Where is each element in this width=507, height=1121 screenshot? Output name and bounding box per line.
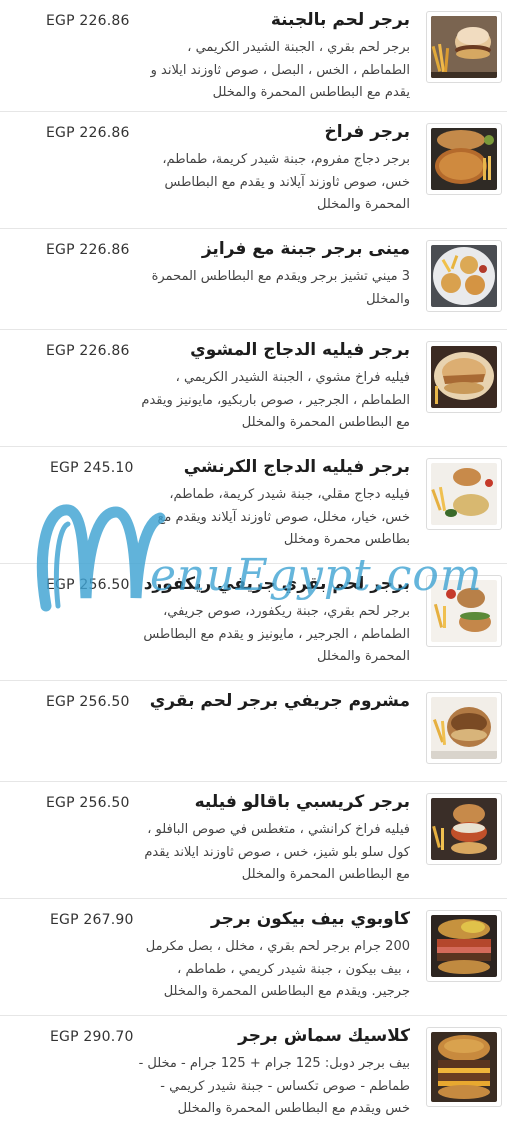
item-price: EGP 267.90: [50, 912, 134, 928]
chicken-burger-photo: [431, 128, 497, 190]
item-title: برجر فيليه الدجاج الكرنشي: [183, 457, 410, 477]
item-photo[interactable]: [426, 240, 502, 312]
item-description: 200 جرام برجر لحم بقري ، مخلل ، بصل مكرم…: [145, 939, 410, 999]
item-photo[interactable]: [426, 793, 502, 865]
item-photo[interactable]: [426, 575, 502, 647]
item-price: EGP 256.50: [46, 694, 130, 710]
menu-item[interactable]: مينى برجر جبنة مع فرايز 3 ميني تشيز برجر…: [0, 229, 507, 330]
menu-item[interactable]: كلاسيك سماش برجر بيف برجر دوبل: 125 جرام…: [0, 1016, 507, 1120]
item-description: 3 ميني تشيز برجر ويقدم مع البطاطس المحمر…: [151, 269, 410, 307]
item-price: EGP 226.86: [46, 343, 130, 359]
classic-smash-burger-photo: [431, 1032, 497, 1102]
item-price: EGP 226.86: [46, 125, 130, 141]
menu-item[interactable]: برجر لحم بقري جريفي ريكفورد برجر لحم بقر…: [0, 564, 507, 681]
menu-item[interactable]: برجر فيليه الدجاج الكرنشي فيليه دجاج مقل…: [0, 447, 507, 564]
item-description: فيليه فراخ كرانشي ، متغطس في صوص البافلو…: [144, 822, 410, 882]
cowboy-bacon-burger-photo: [431, 915, 497, 977]
item-price: EGP 290.70: [50, 1029, 134, 1045]
grilled-chicken-burger-photo: [431, 346, 497, 408]
mini-burgers-photo: [431, 245, 497, 307]
item-title: كلاسيك سماش برجر: [238, 1026, 410, 1046]
item-title: مشروم جريفي برجر لحم بقري: [149, 691, 410, 711]
item-photo[interactable]: [426, 910, 502, 982]
item-price: EGP 226.86: [46, 13, 130, 29]
crispy-buffalo-burger-photo: [431, 798, 497, 860]
item-title: برجر فراخ: [324, 122, 411, 142]
menu-item[interactable]: برجر فراخ برجر دجاج مفروم، جبنة شيدر كري…: [0, 112, 507, 229]
item-description: بيف برجر دوبل: 125 جرام + 125 جرام - مخل…: [138, 1056, 410, 1116]
item-description: فيليه فراخ مشوي ، الجبنة الشيدر الكريمي …: [141, 370, 410, 430]
item-title: برجر كريسبي باقالو فيليه: [194, 792, 410, 812]
item-photo[interactable]: [426, 458, 502, 530]
item-title: برجر لحم بقري جريفي ريكفورد: [143, 574, 410, 594]
menu-item[interactable]: مشروم جريفي برجر لحم بقري EGP 256.50: [0, 681, 507, 782]
item-price: EGP 256.50: [46, 795, 130, 811]
item-title: برجر فيليه الدجاج المشوي: [190, 340, 410, 360]
menu-item[interactable]: برجر لحم بالجبنة برجر لحم بقري ، الجبنة …: [0, 0, 507, 112]
item-photo[interactable]: [426, 123, 502, 195]
item-title: كاوبوي بيف بيكون برجر: [211, 909, 410, 929]
item-price: EGP 256.50: [46, 577, 130, 593]
item-title: برجر لحم بالجبنة: [270, 10, 410, 30]
menu-list: برجر لحم بالجبنة برجر لحم بقري ، الجبنة …: [0, 0, 507, 1120]
item-title: مينى برجر جبنة مع فرايز: [201, 239, 410, 259]
item-description: فيليه دجاج مقلي، جبنة شيدر كريمة، طماطم،…: [157, 487, 410, 547]
mushroom-gravy-burger-photo: [431, 697, 497, 759]
menu-item[interactable]: برجر فيليه الدجاج المشوي فيليه فراخ مشوي…: [0, 330, 507, 447]
menu-item[interactable]: كاوبوي بيف بيكون برجر 200 جرام برجر لحم …: [0, 899, 507, 1016]
item-photo[interactable]: [426, 341, 502, 413]
gravy-roquefort-burger-photo: [431, 580, 497, 642]
item-price: EGP 245.10: [50, 460, 134, 476]
item-price: EGP 226.86: [46, 242, 130, 258]
item-photo[interactable]: [426, 11, 502, 83]
item-photo[interactable]: [426, 1027, 502, 1107]
item-photo[interactable]: [426, 692, 502, 764]
crunchy-chicken-burger-photo: [431, 463, 497, 525]
item-description: برجر دجاج مفروم، جبنة شيدر كريمة، طماطم،…: [162, 152, 410, 212]
item-description: برجر لحم بقري، جبنة ريكفورد، صوص جريفي، …: [143, 604, 410, 664]
beef-cheese-burger-photo: [431, 16, 497, 78]
menu-item[interactable]: برجر كريسبي باقالو فيليه فيليه فراخ كران…: [0, 782, 507, 899]
item-description: برجر لحم بقري ، الجبنة الشيدر الكريمي ، …: [150, 40, 410, 100]
